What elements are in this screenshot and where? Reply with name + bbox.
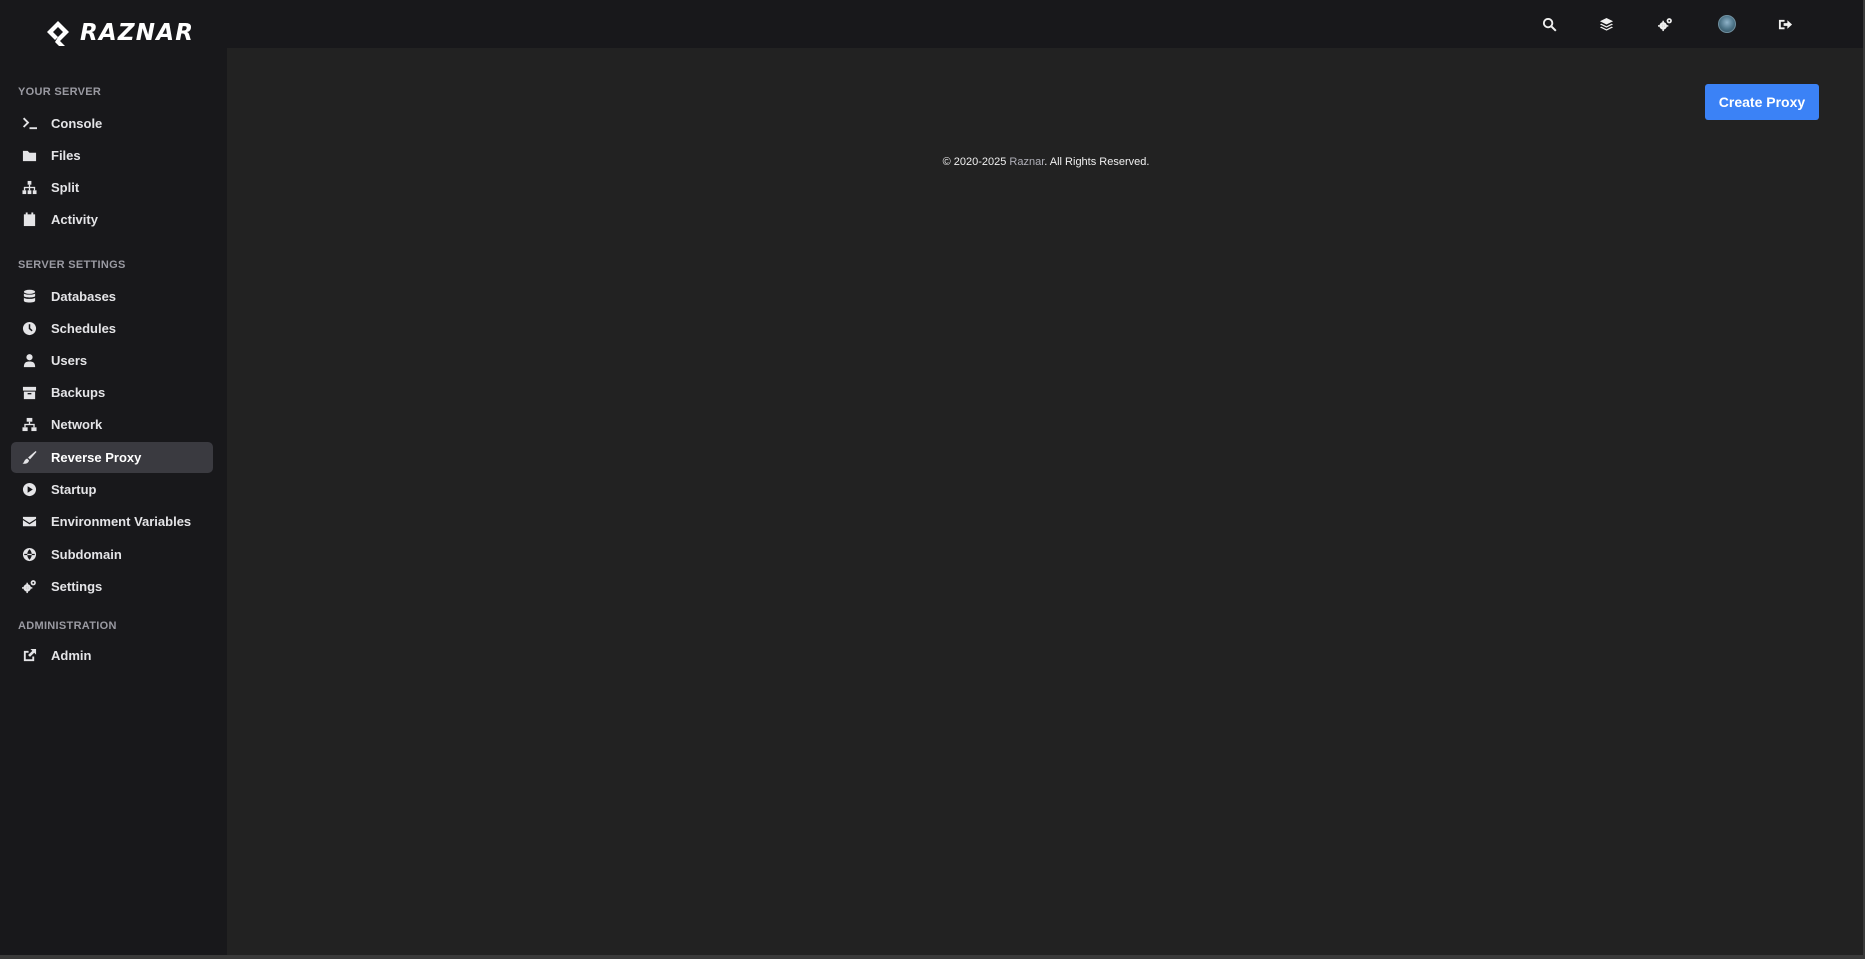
terminal-icon <box>20 116 38 132</box>
sidebar-item-label: Databases <box>51 289 117 304</box>
sidebar-item-label: Reverse Proxy <box>51 450 142 465</box>
sidebar-item-label: Admin <box>51 648 92 663</box>
envelope-icon <box>20 514 38 530</box>
sidebar-item-users[interactable]: Users <box>11 345 213 376</box>
sidebar-item-console[interactable]: Console <box>11 108 213 139</box>
sidebar-item-reverse-proxy[interactable]: Reverse Proxy <box>11 442 213 473</box>
sidebar-item-split[interactable]: Split <box>11 172 213 203</box>
sign-out-icon[interactable] <box>1774 13 1796 35</box>
footer-suffix: . All Rights Reserved. <box>1044 156 1150 168</box>
external-link-icon <box>20 648 38 664</box>
sidebar-item-label: Activity <box>51 212 98 227</box>
sidebar-item-label: Console <box>51 116 103 131</box>
sidebar-item-label: Network <box>51 417 103 432</box>
user-icon <box>20 353 38 369</box>
sidebar-item-backups[interactable]: Backups <box>11 377 213 408</box>
raznar-logo-icon <box>47 21 69 46</box>
sitemap-icon <box>20 180 38 196</box>
sidebar-item-label: Split <box>51 180 80 195</box>
footer-prefix: © 2020-2025 <box>942 156 1010 168</box>
sidebar-item-label: Schedules <box>51 321 117 336</box>
sidebar-item-label: Backups <box>51 385 106 400</box>
avatar[interactable] <box>1716 13 1738 35</box>
database-icon <box>20 289 38 305</box>
sidebar-item-label: Files <box>51 148 81 163</box>
section-title-administration: ADMINISTRATION <box>18 620 117 632</box>
sidebar-item-environment-variables[interactable]: Environment Variables <box>11 506 213 537</box>
sidebar-item-databases[interactable]: Databases <box>11 281 213 312</box>
sidebar-item-network[interactable]: Network <box>11 409 213 440</box>
clock-icon <box>20 321 38 337</box>
sidebar-item-settings[interactable]: Settings <box>11 571 213 602</box>
play-circle-icon <box>20 482 38 498</box>
sidebar-item-schedules[interactable]: Schedules <box>11 313 213 344</box>
brand-name: RAZNAR <box>80 20 195 46</box>
window-bottom-border <box>0 955 1865 959</box>
sidebar: RAZNAR YOUR SERVER Console Files Split A… <box>0 0 227 959</box>
brush-icon <box>20 450 38 466</box>
search-icon[interactable] <box>1538 13 1560 35</box>
topbar <box>227 0 1865 48</box>
network-icon <box>20 417 38 433</box>
brand-logo[interactable]: RAZNAR <box>44 18 194 48</box>
cogs-icon <box>20 579 38 595</box>
calendar-icon <box>20 212 38 228</box>
user-avatar-image <box>1718 15 1736 33</box>
sidebar-item-label: Users <box>51 353 88 368</box>
sidebar-item-label: Subdomain <box>51 547 122 562</box>
sidebar-item-activity[interactable]: Activity <box>11 204 213 235</box>
archive-icon <box>20 385 38 401</box>
sidebar-item-files[interactable]: Files <box>11 140 213 171</box>
layers-icon[interactable] <box>1595 13 1617 35</box>
sidebar-item-label: Environment Variables <box>51 514 192 529</box>
sidebar-item-label: Settings <box>51 579 103 594</box>
sidebar-item-startup[interactable]: Startup <box>11 474 213 505</box>
section-title-your-server: YOUR SERVER <box>18 86 102 98</box>
section-title-server-settings: SERVER SETTINGS <box>18 259 126 271</box>
footer: © 2020-2025 Raznar. All Rights Reserved. <box>227 156 1865 168</box>
cogs-icon[interactable] <box>1654 13 1676 35</box>
create-proxy-button[interactable]: Create Proxy <box>1705 84 1819 120</box>
globe-icon <box>20 547 38 563</box>
sidebar-item-admin[interactable]: Admin <box>11 640 213 671</box>
sidebar-item-label: Startup <box>51 482 97 497</box>
sidebar-item-subdomain[interactable]: Subdomain <box>11 539 213 570</box>
footer-brand-link[interactable]: Raznar <box>1009 156 1044 168</box>
folder-icon <box>20 148 38 164</box>
